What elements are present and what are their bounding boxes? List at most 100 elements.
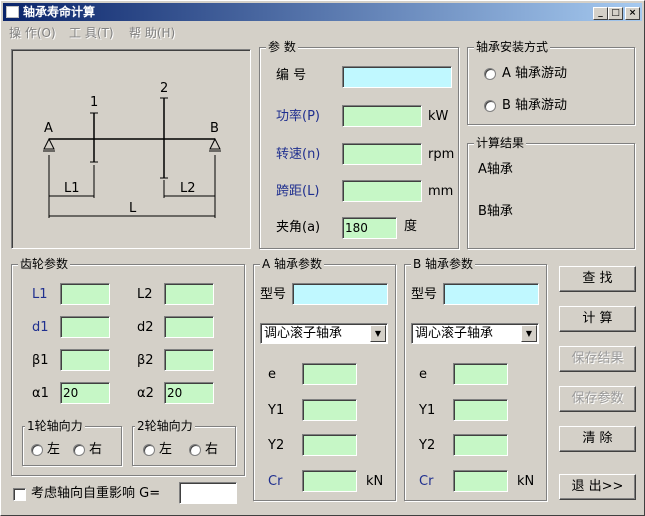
clear-button[interactable]: 清 除 [559, 426, 636, 452]
gear1-force-title: 1轮轴向力 [25, 419, 85, 433]
gear1-right-radio[interactable] [73, 444, 85, 456]
gear1-right-label: 右 [89, 442, 103, 457]
bearing-a-type-value: 调心滚子轴承 [264, 326, 343, 341]
app-icon [6, 6, 19, 18]
speed-input[interactable] [342, 143, 422, 165]
bearing-b-model-input[interactable] [443, 283, 539, 305]
exit-button[interactable]: 退 出>> [559, 474, 636, 500]
gear-beta1-input[interactable] [60, 349, 110, 371]
gear-beta2-input[interactable] [164, 349, 214, 371]
speed-unit: rpm [428, 147, 455, 162]
bearing-a-model-input[interactable] [292, 283, 388, 305]
bearing-b-type-select[interactable]: 调心滚子轴承 ▼ [411, 323, 539, 344]
bearing-b-cr-label: Cr [419, 474, 434, 489]
bearing-b-y2-label: Y2 [419, 438, 436, 453]
gear-d1-label: d1 [32, 320, 49, 335]
diagram-label-1: 1 [90, 95, 98, 110]
shaft-diagram: A B 1 2 L1 L2 L [11, 49, 251, 249]
gear2-force-title: 2轮轴向力 [135, 419, 195, 433]
bearing-a-cr-label: Cr [268, 474, 283, 489]
chevron-down-icon[interactable]: ▼ [521, 325, 537, 342]
install-option-a: A 轴承游动 [502, 66, 568, 81]
gear2-right-label: 右 [205, 442, 219, 457]
diagram-label-l2: L2 [180, 181, 196, 196]
diagram-label-l1: L1 [64, 181, 80, 196]
bearing-a-cr-input[interactable] [302, 470, 357, 492]
gear2-right-radio[interactable] [189, 444, 201, 456]
weight-checkbox[interactable] [13, 488, 26, 501]
gear2-axial-force-group: 2轮轴向力 左 右 [132, 419, 236, 466]
bearing-a-group: A 轴承参数 型号 调心滚子轴承 ▼ e Y1 Y2 Cr kN [253, 257, 396, 501]
bearing-b-group: B 轴承参数 型号 调心滚子轴承 ▼ e Y1 Y2 Cr kN [404, 257, 547, 501]
angle-input[interactable]: 180 [342, 217, 397, 239]
gear-l2-label: L2 [137, 287, 153, 302]
gear-beta2-label: β2 [137, 353, 154, 368]
result-group: 计算结果 A轴承 B轴承 [467, 136, 635, 249]
gear1-left-radio[interactable] [31, 444, 43, 456]
chevron-down-icon[interactable]: ▼ [370, 325, 386, 342]
bearing-b-y1-input[interactable] [453, 399, 508, 421]
gear-alpha1-input[interactable]: 20 [60, 382, 110, 404]
gear-alpha2-label: α2 [137, 386, 154, 401]
params-group: 参 数 编 号 功率(P) kW 转速(n) rpm 跨距(L) mm 夹角(a… [259, 40, 459, 249]
bearing-b-e-label: e [419, 367, 427, 382]
bearing-b-y1-label: Y1 [419, 403, 436, 418]
params-title: 参 数 [266, 40, 298, 54]
install-title: 轴承安装方式 [474, 40, 551, 54]
menu-help[interactable]: 帮 助(H) [129, 24, 175, 41]
menu-operate[interactable]: 操 作(O) [9, 24, 56, 41]
code-input[interactable] [342, 66, 452, 88]
gear-d1-input[interactable] [60, 316, 110, 338]
close-icon[interactable]: × [625, 7, 640, 20]
bearing-a-y2-input[interactable] [302, 434, 357, 456]
angle-unit: 度 [404, 219, 418, 234]
bearing-b-type-value: 调心滚子轴承 [415, 326, 494, 341]
bearing-a-y1-input[interactable] [302, 399, 357, 421]
gear-l1-input[interactable] [60, 283, 110, 305]
radio-a-float[interactable] [484, 68, 496, 80]
bearing-a-title: A 轴承参数 [260, 257, 325, 271]
find-button[interactable]: 查 找 [559, 266, 636, 292]
span-input[interactable] [342, 180, 422, 202]
result-title: 计算结果 [474, 136, 527, 150]
weight-label: 考虑轴向自重影响 G= [31, 486, 161, 501]
weight-input[interactable] [179, 482, 237, 504]
bearing-b-cr-unit: kN [517, 474, 535, 489]
bearing-b-model-label: 型号 [411, 287, 438, 302]
bearing-a-e-input[interactable] [302, 363, 357, 385]
angle-label: 夹角(a) [276, 220, 321, 235]
save-params-button[interactable]: 保存参数 [559, 386, 636, 412]
gear-l2-input[interactable] [164, 283, 214, 305]
bearing-b-e-input[interactable] [453, 363, 508, 385]
bearing-a-y2-label: Y2 [268, 438, 285, 453]
bearing-b-y2-input[interactable] [453, 434, 508, 456]
gear-alpha1-label: α1 [32, 386, 49, 401]
result-a-label: A轴承 [478, 162, 513, 177]
diagram-label-2: 2 [160, 81, 168, 96]
bearing-a-cr-unit: kN [366, 474, 384, 489]
gear1-left-label: 左 [47, 442, 61, 457]
bearing-a-model-label: 型号 [260, 287, 287, 302]
menu-tools[interactable]: 工 具(T) [69, 24, 114, 41]
minimize-icon[interactable]: _ [593, 7, 608, 20]
gear-beta1-label: β1 [32, 353, 49, 368]
main-window: 轴承寿命计算 _ □ × 操 作(O) 工 具(T) 帮 助(H) A B 1 … [0, 0, 645, 516]
power-input[interactable] [342, 105, 422, 127]
gear2-left-radio[interactable] [143, 444, 155, 456]
bearing-a-e-label: e [268, 367, 276, 382]
span-unit: mm [428, 184, 454, 199]
calculate-button[interactable]: 计 算 [559, 306, 636, 332]
maximize-icon[interactable]: □ [608, 7, 623, 20]
gear2-left-label: 左 [159, 442, 173, 457]
gear1-axial-force-group: 1轮轴向力 左 右 [22, 419, 122, 466]
save-result-button[interactable]: 保存结果 [559, 346, 636, 372]
span-label: 跨距(L) [276, 184, 320, 199]
bearing-b-cr-input[interactable] [453, 470, 508, 492]
gear-d2-input[interactable] [164, 316, 214, 338]
gear-d2-label: d2 [137, 320, 154, 335]
install-group: 轴承安装方式 A 轴承游动 B 轴承游动 [467, 40, 635, 125]
gear-alpha2-input[interactable]: 20 [164, 382, 214, 404]
bearing-a-type-select[interactable]: 调心滚子轴承 ▼ [260, 323, 388, 344]
radio-b-float[interactable] [484, 100, 496, 112]
power-label: 功率(P) [276, 109, 320, 124]
